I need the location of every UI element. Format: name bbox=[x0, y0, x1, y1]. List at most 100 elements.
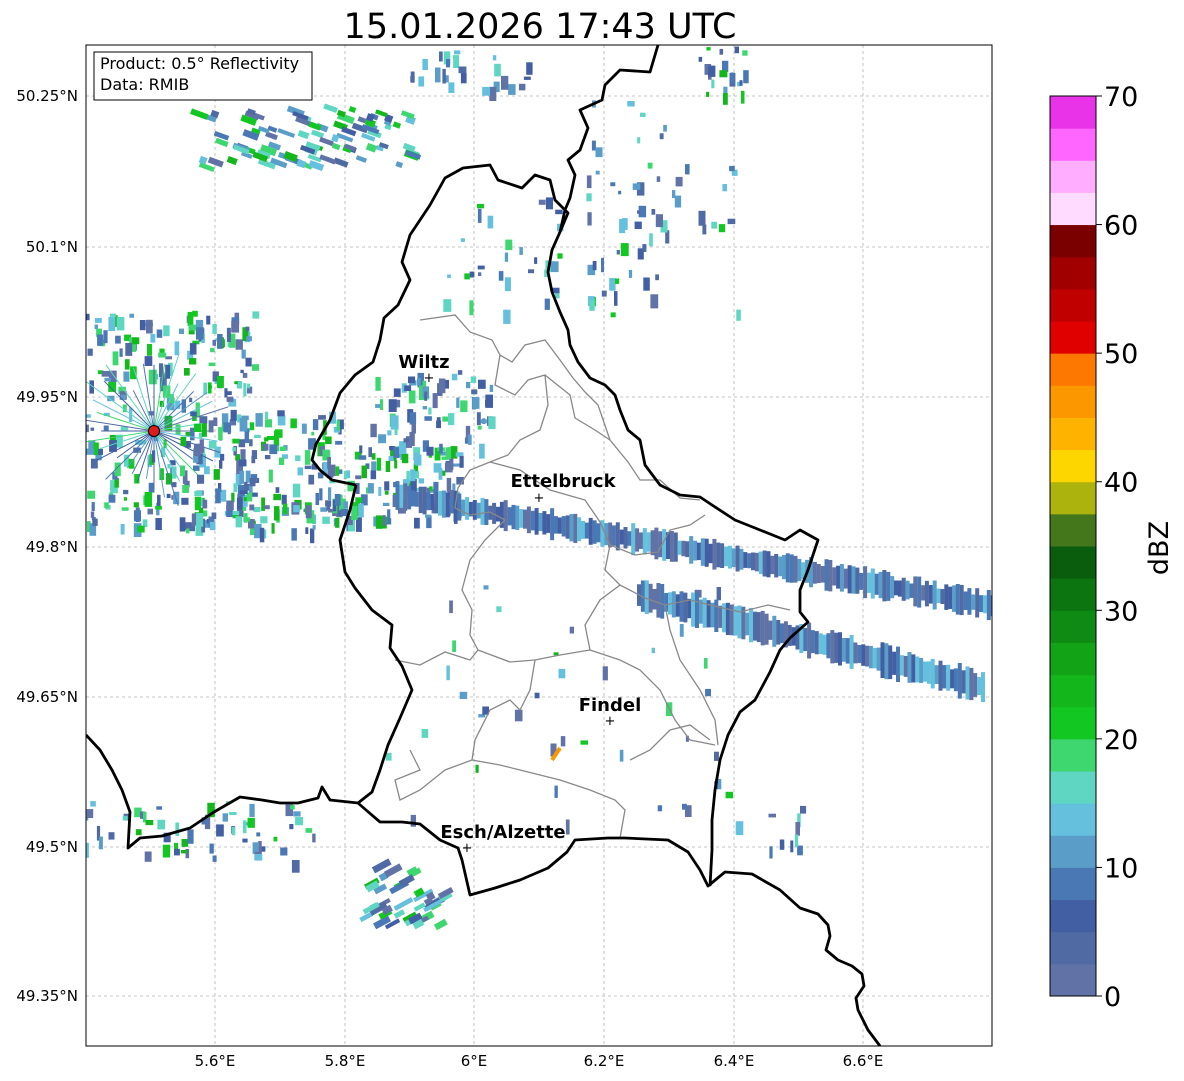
echo-pixel bbox=[488, 416, 496, 430]
echo-pixel bbox=[269, 444, 278, 455]
echo-pixel bbox=[560, 736, 566, 747]
echo-pixel bbox=[147, 508, 153, 515]
echo-spoke bbox=[700, 538, 705, 566]
echo-pixel bbox=[108, 832, 115, 840]
echo-pixel bbox=[508, 84, 516, 95]
echo-pixel bbox=[86, 448, 95, 455]
echo-spoke bbox=[530, 510, 535, 531]
echo-pixel bbox=[226, 396, 234, 402]
echo-spoke bbox=[793, 555, 798, 583]
echo-pixel bbox=[586, 175, 592, 189]
echo-pixel bbox=[238, 439, 246, 448]
echo-pixel bbox=[275, 487, 280, 493]
echo-pixel bbox=[139, 320, 146, 331]
echo-pixel bbox=[417, 377, 421, 386]
colorbar-tick-label: 40 bbox=[1104, 468, 1138, 499]
echo-streak bbox=[326, 157, 337, 165]
echo-pixel bbox=[632, 183, 641, 190]
echo-spoke bbox=[592, 520, 597, 544]
echo-pixel bbox=[485, 394, 493, 408]
echo-spoke bbox=[977, 677, 982, 695]
echo-pixel bbox=[447, 274, 451, 279]
lon-tick-label: 6.2°E bbox=[584, 1052, 625, 1070]
echo-pixel bbox=[133, 502, 139, 508]
echo-pixel bbox=[291, 860, 300, 873]
echo-pixel bbox=[251, 364, 259, 371]
echo-pixel bbox=[384, 491, 389, 495]
echo-spoke bbox=[542, 511, 547, 535]
echo-pixel bbox=[190, 427, 195, 441]
echo-pixel bbox=[215, 488, 221, 504]
echo-pixel bbox=[460, 238, 465, 242]
echo-pixel bbox=[217, 376, 224, 388]
echo-pixel bbox=[472, 397, 480, 409]
echo-spoke bbox=[480, 497, 485, 525]
echo-pixel bbox=[260, 516, 268, 524]
echo-pixel bbox=[800, 805, 807, 814]
echo-pixel bbox=[634, 221, 642, 229]
echo-pixel bbox=[135, 829, 142, 836]
echo-spoke bbox=[584, 522, 589, 539]
colorbar-tick-label: 20 bbox=[1104, 725, 1138, 756]
echo-spoke bbox=[998, 599, 1002, 615]
echo-pixel bbox=[213, 469, 220, 480]
echo-pixel bbox=[133, 510, 141, 522]
echo-pixel bbox=[382, 502, 390, 506]
echo-spoke bbox=[749, 607, 754, 643]
echo-spoke bbox=[735, 545, 740, 572]
echo-pixel bbox=[163, 325, 170, 337]
echo-pixel bbox=[318, 415, 326, 420]
echo-pixel bbox=[255, 413, 263, 427]
echo-pixel bbox=[247, 817, 255, 828]
echo-pixel bbox=[433, 481, 439, 494]
echo-pixel bbox=[335, 517, 340, 528]
echo-pixel bbox=[112, 351, 119, 366]
echo-spoke bbox=[407, 486, 412, 510]
echo-pixel bbox=[622, 218, 628, 230]
echo-streak bbox=[405, 115, 416, 125]
echo-spoke bbox=[780, 623, 784, 644]
echo-pixel bbox=[444, 462, 453, 473]
echo-pixel bbox=[157, 819, 166, 830]
echo-spoke bbox=[961, 670, 966, 694]
echo-pixel bbox=[193, 465, 200, 471]
echo-spoke bbox=[955, 584, 960, 615]
echo-pixel bbox=[435, 67, 441, 83]
echo-pixel bbox=[469, 300, 474, 316]
echo-pixel bbox=[443, 299, 452, 312]
echo-pixel bbox=[393, 447, 400, 458]
echo-spoke bbox=[982, 595, 987, 614]
echo-pixel bbox=[199, 416, 208, 424]
echo-pixel bbox=[476, 412, 481, 426]
echo-spoke bbox=[422, 486, 427, 515]
echo-streak bbox=[412, 918, 425, 930]
echo-pixel bbox=[685, 164, 690, 175]
echo-spoke bbox=[395, 481, 400, 510]
echo-pixel bbox=[223, 422, 232, 433]
echo-pixel bbox=[210, 347, 215, 353]
echo-pixel bbox=[797, 845, 803, 856]
echo-spoke bbox=[737, 605, 742, 639]
echo-pixel bbox=[148, 369, 157, 385]
echo-streak bbox=[226, 155, 238, 166]
echo-spoke bbox=[797, 558, 802, 582]
echo-pixel bbox=[616, 250, 620, 255]
echo-pixel bbox=[370, 470, 377, 480]
echo-pixel bbox=[378, 434, 387, 444]
echo-spoke bbox=[772, 615, 777, 647]
echo-pixel bbox=[768, 813, 776, 818]
echo-streak bbox=[297, 130, 310, 140]
echo-pixel bbox=[144, 851, 152, 862]
echo-pixel bbox=[175, 822, 180, 837]
echo-spoke bbox=[457, 493, 462, 521]
echo-spoke bbox=[627, 531, 632, 546]
colorbar-tick-label: 60 bbox=[1104, 211, 1138, 242]
echo-pixel bbox=[181, 497, 189, 505]
echo-spoke bbox=[751, 552, 755, 571]
echo-pixel bbox=[375, 404, 381, 408]
echo-pixel bbox=[256, 832, 261, 837]
echo-streak bbox=[365, 113, 375, 122]
echo-pixel bbox=[734, 46, 739, 54]
echo-pixel bbox=[240, 449, 246, 461]
echo-pixel bbox=[388, 399, 397, 412]
